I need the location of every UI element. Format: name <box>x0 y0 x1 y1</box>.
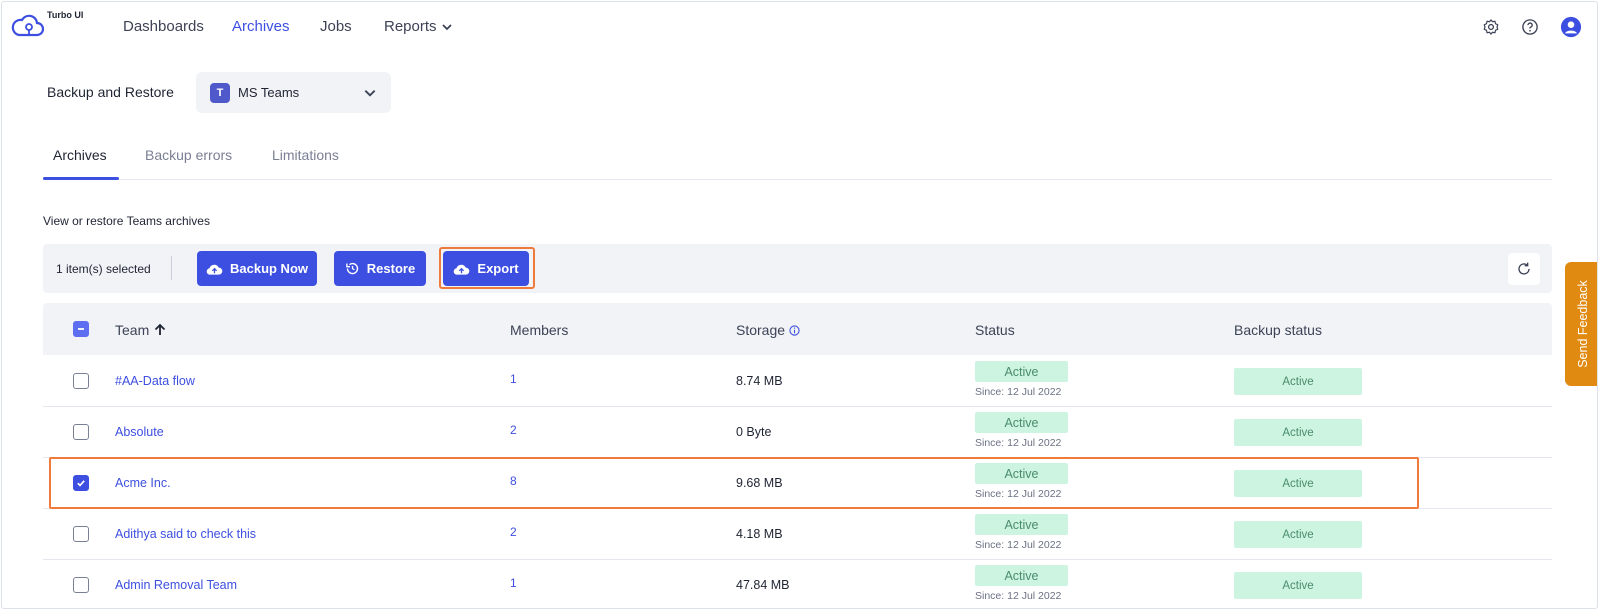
backup-now-button[interactable]: Backup Now <box>197 251 317 286</box>
active-tab-indicator <box>43 177 119 180</box>
status-badge: Active <box>975 514 1068 535</box>
app-name: Turbo UI <box>47 10 84 20</box>
product-select[interactable]: T MS Teams <box>196 72 391 113</box>
refresh-button[interactable] <box>1508 253 1540 285</box>
archive-tabs: Archives Backup errors Limitations <box>43 140 1552 180</box>
app-logo[interactable]: Turbo UI <box>10 8 90 42</box>
product-select-value: MS Teams <box>238 85 300 100</box>
status-badge: Active <box>975 361 1068 382</box>
status-since: Since: 12 Jul 2022 <box>975 386 1062 398</box>
nav-reports[interactable]: Reports <box>384 18 453 35</box>
members-count-link[interactable]: 1 <box>510 576 517 590</box>
nav-archives[interactable]: Archives <box>232 18 290 35</box>
status-since: Since: 12 Jul 2022 <box>975 488 1062 500</box>
backup-status-badge: Active <box>1234 419 1362 446</box>
status-since: Since: 12 Jul 2022 <box>975 590 1062 602</box>
column-header-members[interactable]: Members <box>510 322 568 338</box>
table-row[interactable]: Absolute 2 0 Byte Active Since: 12 Jul 2… <box>43 406 1552 458</box>
members-count-link[interactable]: 2 <box>510 525 517 539</box>
team-name-link[interactable]: Acme Inc. <box>115 476 171 490</box>
table-header: Team Members Storage Status Backup statu… <box>43 303 1552 355</box>
storage-value: 9.68 MB <box>736 476 783 490</box>
page-description: View or restore Teams archives <box>43 214 210 228</box>
export-highlight <box>439 247 535 289</box>
storage-value: 4.18 MB <box>736 527 783 541</box>
help-icon[interactable] <box>1519 16 1541 38</box>
status-badge: Active <box>975 565 1068 586</box>
column-storage-label: Storage <box>736 322 786 338</box>
backup-status-badge: Active <box>1234 521 1362 548</box>
column-header-storage[interactable]: Storage <box>736 322 800 338</box>
selected-count: 1 item(s) selected <box>56 262 151 276</box>
row-checkbox[interactable] <box>73 577 89 593</box>
row-checkbox[interactable] <box>73 424 89 440</box>
action-toolbar: 1 item(s) selected Backup Now Restore Ex… <box>43 244 1552 293</box>
column-header-team[interactable]: Team <box>115 322 167 338</box>
row-checkbox[interactable] <box>73 526 89 542</box>
toolbar-divider <box>171 256 172 280</box>
table-row[interactable]: #AA-Data flow 1 8.74 MB Active Since: 12… <box>43 355 1552 407</box>
history-icon <box>345 262 358 275</box>
backup-status-badge: Active <box>1234 572 1362 599</box>
column-team-label: Team <box>115 322 150 338</box>
backup-now-label: Backup Now <box>229 261 308 276</box>
team-name-link[interactable]: Admin Removal Team <box>115 578 237 592</box>
storage-value: 8.74 MB <box>736 374 783 388</box>
nav-jobs[interactable]: Jobs <box>320 18 352 35</box>
table-row[interactable]: Adithya said to check this 2 4.18 MB Act… <box>43 508 1552 560</box>
row-checkbox[interactable] <box>73 373 89 389</box>
restore-button[interactable]: Restore <box>334 251 426 286</box>
minus-icon <box>78 328 84 330</box>
checkmark-icon <box>77 480 85 487</box>
tab-archives[interactable]: Archives <box>53 147 107 163</box>
section-label: Backup and Restore <box>47 84 174 100</box>
user-avatar-icon[interactable] <box>1560 16 1582 38</box>
info-icon[interactable] <box>789 324 800 336</box>
column-header-backup-status[interactable]: Backup status <box>1234 322 1322 338</box>
team-name-link[interactable]: Absolute <box>115 425 164 439</box>
select-all-checkbox[interactable] <box>73 321 89 337</box>
settings-gear-icon[interactable] <box>1480 16 1502 38</box>
table-row-selected[interactable]: Acme Inc. 8 9.68 MB Active Since: 12 Jul… <box>43 457 1552 509</box>
restore-label: Restore <box>366 261 416 276</box>
top-navigation: Turbo UI Dashboards Archives Jobs Report… <box>2 2 1597 50</box>
chevron-down-icon <box>441 23 452 30</box>
members-count-link[interactable]: 8 <box>510 474 517 488</box>
cloud-logo-icon <box>11 14 45 37</box>
status-since: Since: 12 Jul 2022 <box>975 437 1062 449</box>
team-name-link[interactable]: #AA-Data flow <box>115 374 195 388</box>
nav-dashboards[interactable]: Dashboards <box>123 18 204 35</box>
column-header-status[interactable]: Status <box>975 322 1015 338</box>
members-count-link[interactable]: 1 <box>510 372 517 386</box>
row-checkbox-checked[interactable] <box>73 475 89 491</box>
sort-ascending-arrow-icon <box>155 323 166 335</box>
table-row[interactable]: Admin Removal Team 1 47.84 MB Active Sin… <box>43 559 1552 608</box>
refresh-icon <box>1518 262 1530 275</box>
storage-value: 0 Byte <box>736 425 772 439</box>
teams-archive-table: Team Members Storage Status Backup statu… <box>43 303 1552 608</box>
ms-teams-icon: T <box>210 82 230 103</box>
backup-status-badge: Active <box>1234 368 1362 395</box>
backup-status-badge: Active <box>1234 470 1362 497</box>
cloud-upload-icon <box>206 264 223 275</box>
storage-value: 47.84 MB <box>736 578 790 592</box>
app-window: Turbo UI Dashboards Archives Jobs Report… <box>1 1 1598 609</box>
status-badge: Active <box>975 463 1068 484</box>
send-feedback-tab[interactable]: Send Feedback <box>1565 262 1597 386</box>
send-feedback-label: Send Feedback <box>1576 280 1590 368</box>
tab-backup-errors[interactable]: Backup errors <box>145 147 232 163</box>
members-count-link[interactable]: 2 <box>510 423 517 437</box>
nav-reports-label: Reports <box>384 18 437 35</box>
team-name-link[interactable]: Adithya said to check this <box>115 527 256 541</box>
chevron-down-icon <box>364 89 376 97</box>
status-since: Since: 12 Jul 2022 <box>975 539 1062 551</box>
tab-limitations[interactable]: Limitations <box>272 147 339 163</box>
status-badge: Active <box>975 412 1068 433</box>
